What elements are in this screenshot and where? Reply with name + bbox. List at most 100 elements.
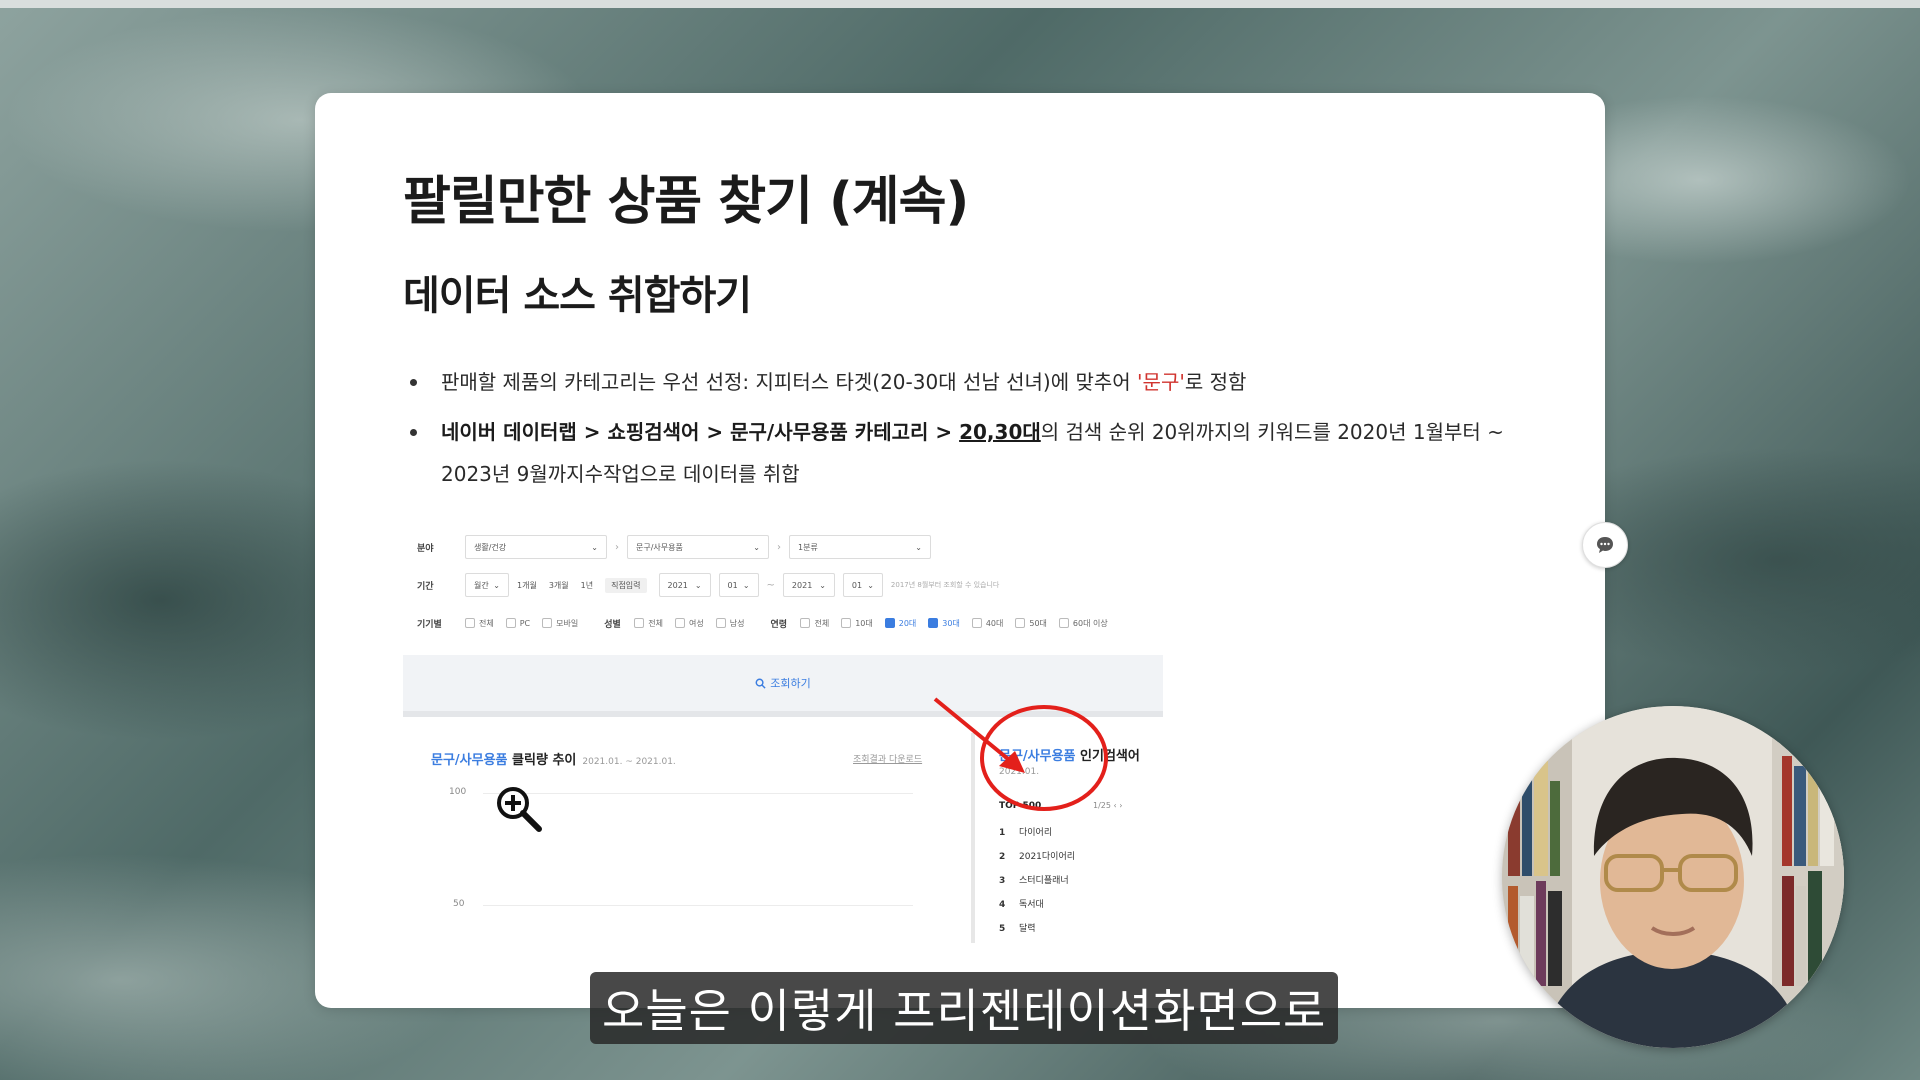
range-dash: ~ [766,579,775,591]
period-3m[interactable]: 3개월 [549,580,569,591]
to-month-select[interactable]: 01 ⌄ [842,573,883,597]
age-40s[interactable]: 40대 [971,618,1003,629]
filter-row-period: 기간 월간 ⌄ 1개월 3개월 1년 직접입력 2021 ⌄ 01 ⌄ ~ 2021 ⌄… [403,571,999,599]
device-pc[interactable]: PC [505,618,530,628]
chevron-down-icon: ⌄ [742,580,750,590]
gender-male[interactable]: 남성 [715,618,745,629]
period-note: 2017년 8월부터 조회할 수 있습니다 [890,581,1000,589]
rank-keyword: 스터디플래너 [1019,876,1069,886]
gender-female-label: 여성 [688,618,704,628]
top-500-label: TOP 500 [999,801,1042,811]
magnifier-zoom-icon [497,787,542,832]
page-indicator: 1/25 [1093,801,1111,810]
to-year-select[interactable]: 2021 ⌄ [782,573,835,597]
age-20s-label: 20대 [898,618,917,628]
gridline [483,905,913,906]
age-10s-label: 10대 [855,618,873,628]
rank-row[interactable]: 1 다이어리 [999,825,1052,838]
age-60s[interactable]: 60대 이상 [1058,618,1108,629]
age-60s-label: 60대 이상 [1072,618,1108,628]
section-subtitle: 데이터 소스 취합하기 [403,273,752,319]
from-month-select[interactable]: 01 ⌄ [718,573,759,597]
popular-date: 2021.01. [999,767,1040,777]
from-year-select[interactable]: 2021 ⌄ [658,573,711,597]
click-trend-date: 2021.01. ~ 2021.01. [582,757,676,767]
rank-number: 4 [999,900,1006,910]
chevron-right-icon: › [777,541,781,553]
category-label: 분야 [417,543,434,554]
age-30s-label: 30대 [942,618,960,628]
filter-row-options: 기기별 전체 PC 모바일 성별 전체 여성 남성 연령 전체 10대 20대 … [403,609,1120,637]
chevron-down-icon: ⌄ [915,542,922,552]
rank-row[interactable]: 5 달력 [999,921,1036,934]
chevron-left-icon[interactable]: ‹ [1114,801,1117,810]
search-icon [755,678,766,689]
category-select-3-value: 1분류 [798,542,818,552]
presentation-slide: 팔릴만한 상품 찾기 (계속) 데이터 소스 취합하기 판매할 제품의 카테고리… [315,93,1605,1008]
rank-row[interactable]: 2 2021다이어리 [999,849,1075,862]
page-title: 팔릴만한 상품 찾기 (계속) [403,172,969,232]
gender-all[interactable]: 전체 [634,618,663,629]
rank-row[interactable]: 4 독서대 [999,897,1044,910]
bullet1-highlight: '문구' [1137,370,1185,394]
chevron-down-icon: ⌄ [493,580,500,590]
chevron-down-icon: ⌄ [591,542,598,552]
panel-divider [971,733,975,943]
download-link[interactable]: 조회결과 다운로드 [853,752,922,765]
age-50s-label: 50대 [1029,618,1047,628]
gender-all-label: 전체 [648,618,663,628]
pagination[interactable]: 1/25 ‹ › [1093,801,1122,810]
period-label: 기간 [417,581,434,592]
bullet2-bold: 네이버 데이터랩 > 쇼핑검색어 > 문구/사무용품 카테고리 > [441,420,960,444]
period-custom[interactable]: 직접입력 [605,577,647,593]
to-year-value: 2021 [791,580,813,590]
bullet1-tail: 로 정함 [1184,370,1247,394]
device-mobile[interactable]: 모바일 [542,618,578,629]
device-mobile-label: 모바일 [556,618,579,628]
bullet1-text: 판매할 제품의 카테고리는 우선 선정: 지피터스 타겟(20-30대 선남 선… [441,370,1138,394]
click-trend-suffix: 클릭량 추이 [507,753,577,768]
popular-category: 문구/사무용품 [999,749,1076,764]
period-1m[interactable]: 1개월 [517,580,537,591]
from-year-value: 2021 [667,580,688,590]
chevron-down-icon: ⌄ [819,580,826,590]
gender-female[interactable]: 여성 [674,618,704,629]
period-select[interactable]: 월간 ⌄ [465,573,509,597]
rank-number: 5 [999,924,1006,934]
rank-number: 3 [999,876,1006,886]
device-all[interactable]: 전체 [465,618,494,629]
category-select-1[interactable]: 생활/건강 ⌄ [465,535,607,559]
gender-male-label: 남성 [729,618,745,628]
chevron-right-icon[interactable]: › [1119,801,1122,810]
search-button[interactable]: 조회하기 [403,655,1163,717]
age-50s[interactable]: 50대 [1015,618,1047,629]
age-all-label: 전체 [814,618,830,628]
search-button-label: 조회하기 [770,677,811,690]
rank-number: 1 [999,828,1006,838]
age-30s[interactable]: 30대 [928,618,960,629]
rank-keyword: 다이어리 [1019,828,1053,838]
age-10s[interactable]: 10대 [841,618,873,629]
subtitle-caption: 오늘은 이렇게 프리젠테이션화면으로 [590,972,1339,1044]
bullet-item-datalab: 네이버 데이터랩 > 쇼핑검색어 > 문구/사무용품 카테고리 > 20,30대… [403,411,1523,495]
period-1y[interactable]: 1년 [581,580,593,591]
category-select-3[interactable]: 1분류 ⌄ [789,535,931,559]
y-tick-50: 50 [453,899,465,909]
rank-number: 2 [999,852,1006,862]
rank-keyword: 달력 [1019,924,1036,934]
chevron-right-icon: › [615,541,619,553]
click-trend-category: 문구/사무용품 [431,753,508,768]
category-select-2-value: 문구/사무용품 [636,542,683,552]
y-tick-100: 100 [449,787,467,797]
category-select-2[interactable]: 문구/사무용품 ⌄ [627,535,769,559]
comment-button[interactable] [1582,522,1628,568]
rank-keyword: 독서대 [1019,900,1044,910]
age-all[interactable]: 전체 [800,618,829,629]
filter-row-category: 분야 생활/건강 ⌄ › 문구/사무용품 ⌄ › 1분류 ⌄ [403,533,939,561]
rank-keyword: 2021다이어리 [1019,852,1076,862]
click-trend-title: 문구/사무용품 클릭량 추이 2021.01. ~ 2021.01. [431,749,676,768]
age-20s[interactable]: 20대 [884,618,917,629]
presenter-video-image [1502,706,1844,1048]
rank-row[interactable]: 3 스터디플래너 [999,873,1069,886]
bullet2-underlined: 20,30대 [959,420,1041,444]
